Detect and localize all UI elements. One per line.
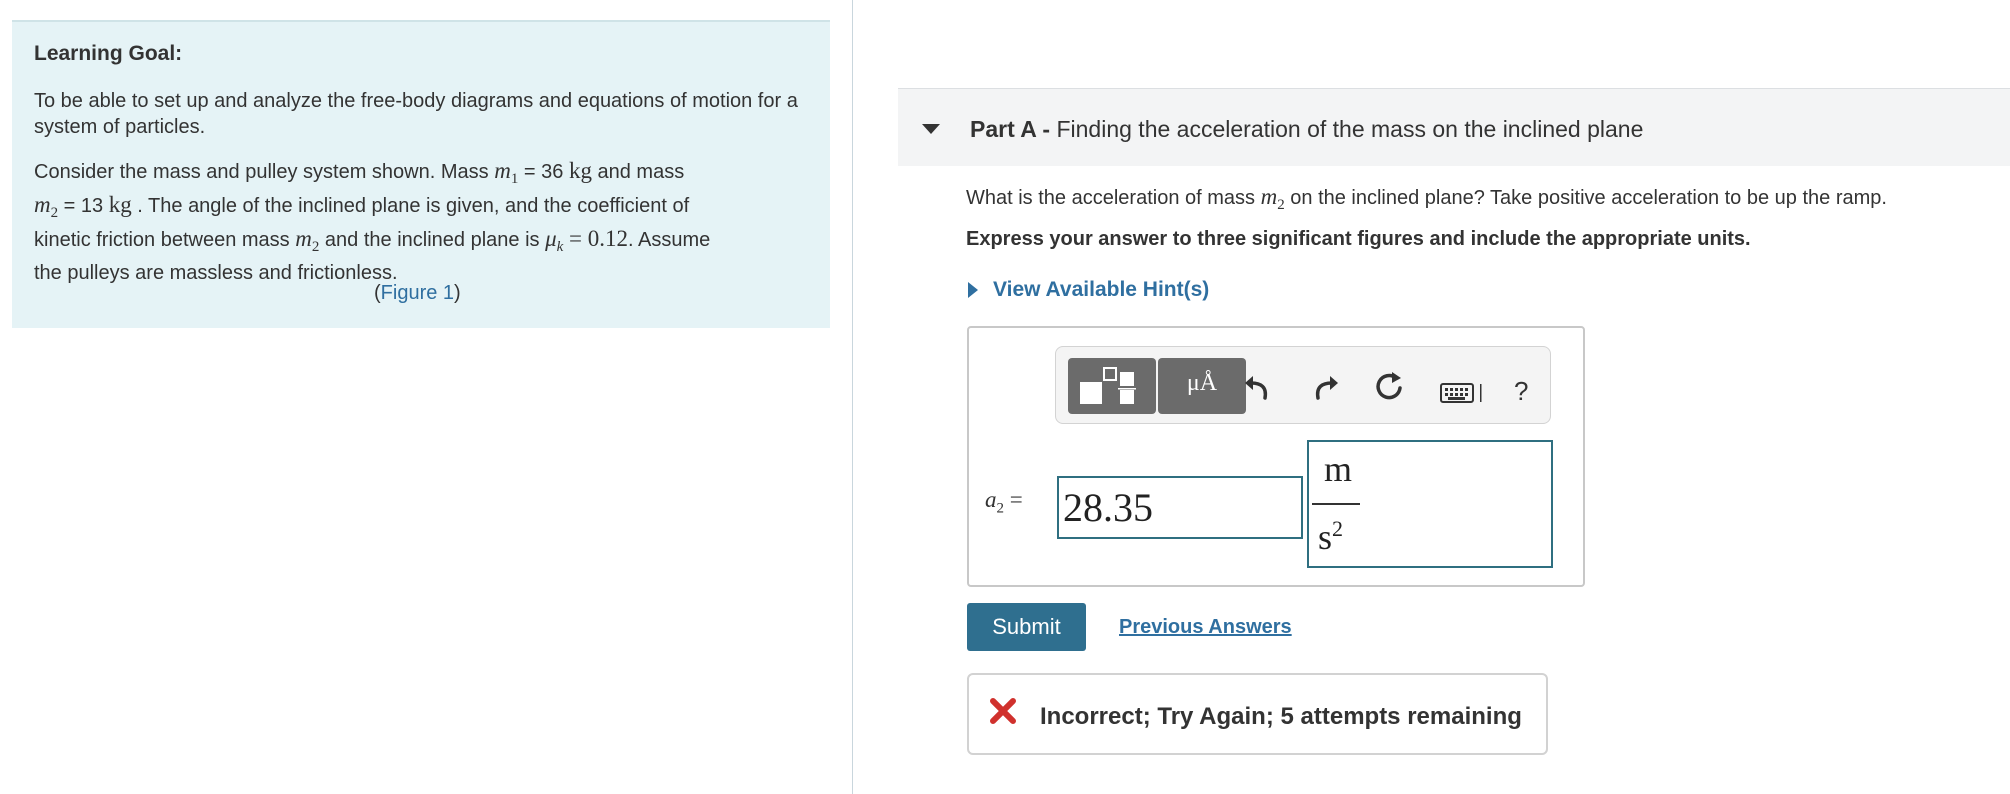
learning-goal-title: Learning Goal: <box>34 42 183 65</box>
reset-icon[interactable] <box>1374 370 1406 402</box>
figure-1-link[interactable]: Figure 1 <box>381 282 454 304</box>
column-divider <box>852 0 853 794</box>
templates-button[interactable] <box>1068 358 1156 414</box>
figure-reference: (Figure 1) <box>374 282 461 304</box>
undo-icon[interactable] <box>1241 370 1273 402</box>
answer-instruction: Express your answer to three significant… <box>966 228 1751 250</box>
problem-description: Consider the mass and pulley system show… <box>34 158 711 284</box>
hint-caret-icon[interactable] <box>968 282 978 298</box>
learning-goal-text: To be able to set up and analyze the fre… <box>34 90 798 138</box>
units-button[interactable]: μÅ <box>1158 358 1246 414</box>
part-a-title[interactable]: Part A - Finding the acceleration of the… <box>970 116 1643 143</box>
keyboard-icon[interactable] <box>1440 378 1486 406</box>
answer-variable-label: a2 = <box>985 487 1023 517</box>
learning-goal-panel: Learning Goal: To be able to set up and … <box>12 20 830 328</box>
fraction-bar <box>1312 503 1360 505</box>
question-text: What is the acceleration of mass m2 on t… <box>966 184 1887 213</box>
value-input[interactable]: 28.35 <box>1057 476 1303 539</box>
redo-icon[interactable] <box>1310 370 1342 402</box>
submit-button[interactable]: Submit <box>967 603 1086 651</box>
unit-numerator: m <box>1323 449 1352 489</box>
unit-denominator: s2 <box>1318 516 1344 557</box>
collapse-caret-icon[interactable] <box>922 124 940 134</box>
feedback-text: Incorrect; Try Again; 5 attempts remaini… <box>1040 703 1522 730</box>
templates-icon <box>1080 367 1136 404</box>
previous-answers-link[interactable]: Previous Answers <box>1119 616 1292 639</box>
view-hints-link[interactable]: View Available Hint(s) <box>993 278 1209 302</box>
help-button[interactable]: ? <box>1514 376 1528 407</box>
incorrect-x-icon <box>990 698 1016 724</box>
